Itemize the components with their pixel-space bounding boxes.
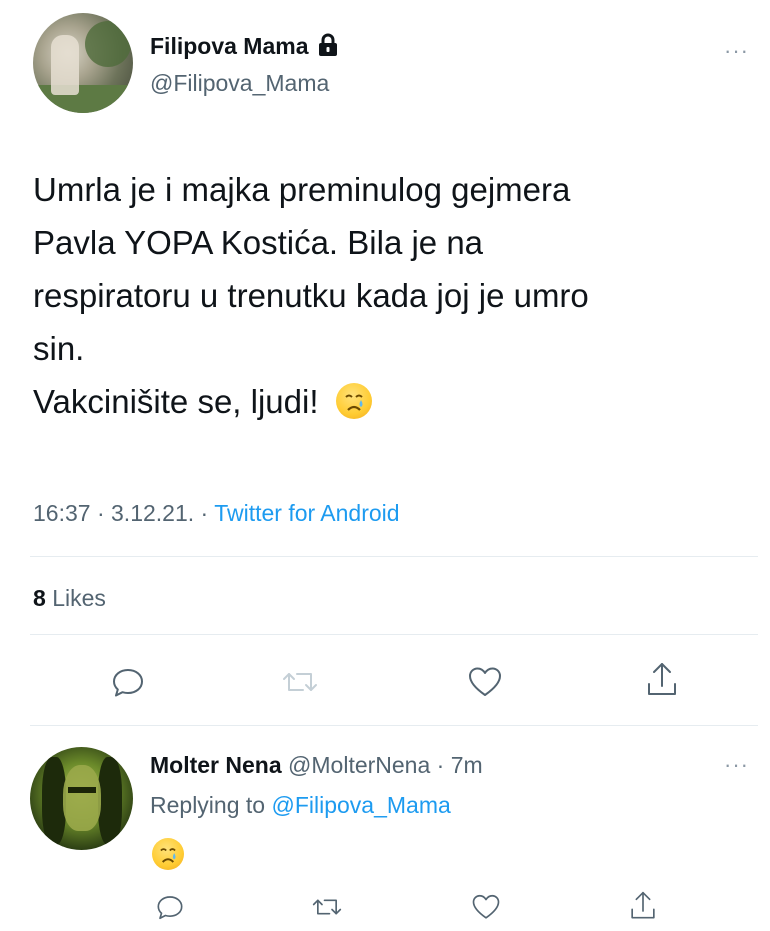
- crying-face-emoji: [152, 838, 184, 870]
- reply-separator: ·: [436, 752, 445, 778]
- reply-time[interactable]: 7m: [451, 752, 483, 778]
- reply-reply-button[interactable]: [155, 892, 185, 927]
- reply-author-avatar[interactable]: [30, 747, 133, 850]
- likes-count-link[interactable]: 8 Likes: [33, 585, 106, 612]
- retweet-button[interactable]: [280, 664, 320, 705]
- share-icon: [631, 891, 655, 919]
- reply-author-name[interactable]: Molter Nena: [150, 752, 282, 778]
- meta-separator: ·: [200, 500, 209, 526]
- tweet-line: sin.: [33, 330, 85, 367]
- reply-retweet-button[interactable]: [310, 892, 344, 927]
- reply-button[interactable]: [110, 664, 146, 705]
- replying-to: Replying to @Filipova_Mama: [150, 792, 451, 819]
- author-name[interactable]: Filipova Mama: [150, 33, 339, 60]
- more-options-button[interactable]: ···: [724, 38, 749, 64]
- like-button[interactable]: [466, 664, 504, 705]
- reply-like-button[interactable]: [470, 892, 502, 927]
- retweet-icon: [283, 673, 317, 691]
- divider: [30, 634, 758, 635]
- crying-face-emoji: [335, 383, 372, 419]
- avatar-eyes: [68, 787, 96, 793]
- tweet-time[interactable]: 16:37: [33, 500, 91, 526]
- divider: [30, 725, 758, 726]
- avatar-face: [63, 765, 101, 831]
- likes-count: 8: [33, 585, 46, 611]
- replying-to-prefix: Replying to: [150, 792, 266, 818]
- tweet-line: Pavla YOPA Kostića. Bila je na: [33, 224, 484, 261]
- avatar-figure: [51, 35, 79, 95]
- reply-author-handle[interactable]: @MolterNena: [288, 752, 430, 778]
- tweet-line: Vakcinišite se, ljudi!: [33, 383, 319, 420]
- share-button[interactable]: [644, 660, 680, 705]
- meta-separator: ·: [96, 500, 105, 526]
- share-icon: [648, 663, 676, 695]
- avatar-tree: [85, 21, 131, 67]
- likes-label: Likes: [52, 585, 106, 611]
- avatar-hair-right: [98, 757, 122, 845]
- like-icon: [469, 667, 501, 696]
- reply-share-button[interactable]: [628, 889, 658, 928]
- reply-more-options-button[interactable]: ···: [724, 752, 749, 778]
- lock-icon: [318, 33, 337, 56]
- reply-icon: [157, 896, 183, 920]
- avatar-grass: [33, 85, 133, 113]
- reply-header: Molter Nena @MolterNena · 7m: [150, 752, 483, 779]
- tweet-body: Umrla je i majka preminulog gejmera Pavl…: [33, 163, 763, 428]
- reply-icon: [113, 669, 143, 697]
- tweet-source-link[interactable]: Twitter for Android: [214, 500, 399, 526]
- tweet-line: respiratoru u trenutku kada joj je umro: [33, 277, 589, 314]
- retweet-icon: [312, 899, 342, 915]
- author-name-text[interactable]: Filipova Mama: [150, 33, 308, 59]
- replying-to-handle-link[interactable]: @Filipova_Mama: [271, 792, 450, 818]
- divider: [30, 556, 758, 557]
- tweet-line: Umrla je i majka preminulog gejmera: [33, 171, 571, 208]
- author-avatar[interactable]: [33, 13, 133, 113]
- tweet-line-last: Vakcinišite se, ljudi!: [33, 375, 763, 428]
- like-icon: [472, 894, 500, 919]
- author-handle[interactable]: @Filipova_Mama: [150, 70, 329, 97]
- tweet-date[interactable]: 3.12.21.: [111, 500, 194, 526]
- tweet-meta: 16:37 · 3.12.21. · Twitter for Android: [33, 500, 400, 527]
